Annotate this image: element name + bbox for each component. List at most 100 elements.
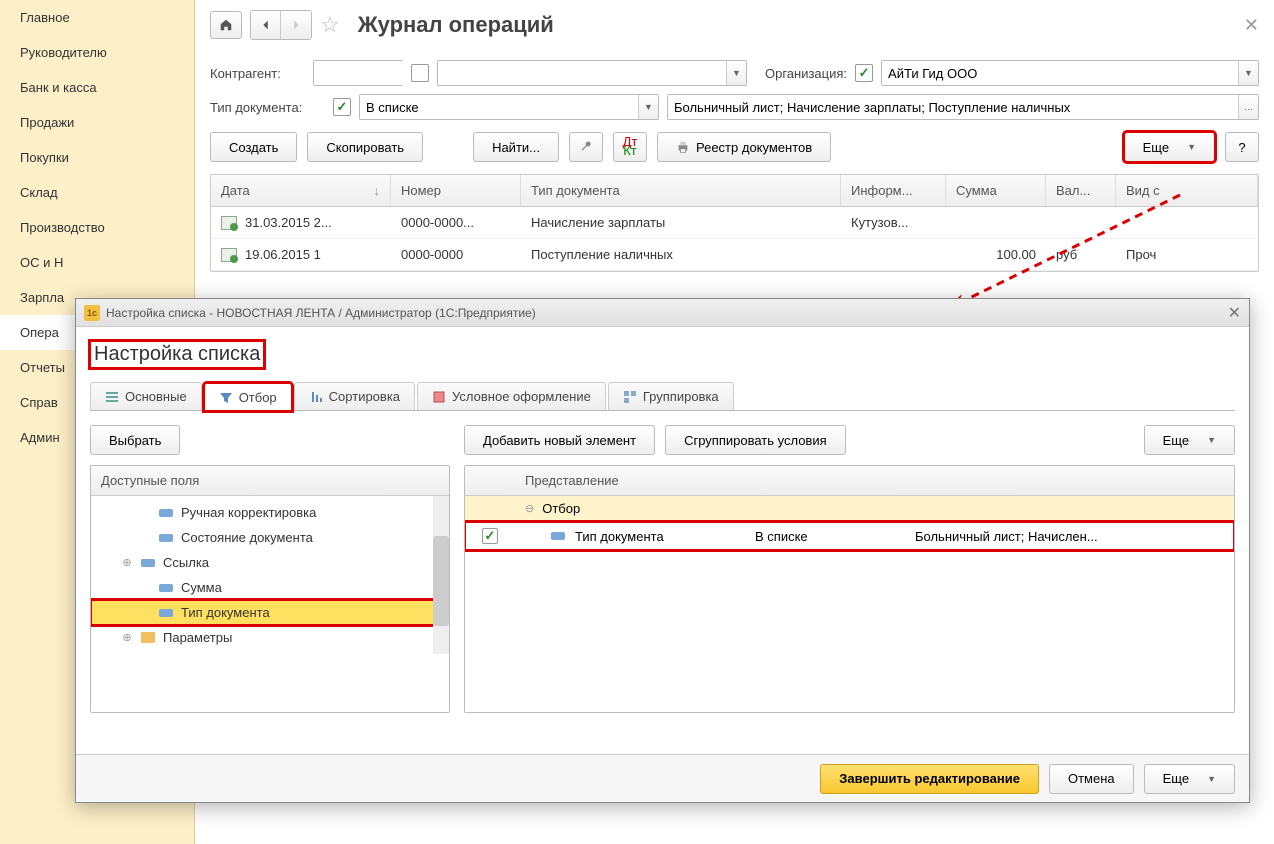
- page-title: Журнал операций: [358, 12, 554, 38]
- help-button[interactable]: ?: [1225, 132, 1259, 162]
- folder-icon: [141, 632, 155, 643]
- col-type[interactable]: Тип документа: [521, 175, 841, 206]
- tab-filter[interactable]: Отбор: [204, 383, 292, 411]
- dialog-titlebar[interactable]: 1c Настройка списка - НОВОСТНАЯ ЛЕНТА / …: [76, 299, 1249, 327]
- doctype-label: Тип документа:: [210, 100, 325, 115]
- expand-icon[interactable]: ⊕: [121, 556, 133, 569]
- add-element-button[interactable]: Добавить новый элемент: [464, 425, 655, 455]
- nav-back-forward: [250, 10, 312, 40]
- filter-header-repr: Представление: [515, 466, 1234, 495]
- group-icon: [623, 390, 637, 404]
- dialog-close-button[interactable]: ✕: [1228, 303, 1241, 323]
- col-number[interactable]: Номер: [391, 175, 521, 206]
- col-kind[interactable]: Вид с: [1116, 175, 1258, 206]
- col-date[interactable]: Дата↓: [211, 175, 391, 206]
- tree-item[interactable]: ⊕Ссылка: [91, 550, 449, 575]
- dropdown-icon[interactable]: ▼: [1238, 61, 1258, 85]
- wrench-icon: [579, 140, 593, 154]
- arrow-left-icon: [259, 18, 273, 32]
- tree-item[interactable]: ⊕Параметры: [91, 625, 449, 650]
- sidebar-item[interactable]: Руководителю: [0, 35, 194, 70]
- table-row[interactable]: 31.03.2015 2... 0000-0000... Начисление …: [211, 207, 1258, 239]
- forward-button[interactable]: [281, 11, 311, 39]
- tree-item[interactable]: Состояние документа: [91, 525, 449, 550]
- col-currency[interactable]: Вал...: [1046, 175, 1116, 206]
- sort-icon: [309, 390, 323, 404]
- chevron-down-icon: ▼: [1187, 142, 1196, 152]
- close-tab-button[interactable]: ✕: [1244, 15, 1259, 36]
- home-icon: [219, 18, 233, 32]
- dialog-heading: Настройка списка: [90, 341, 264, 368]
- filter-icon: [219, 391, 233, 405]
- sidebar-item[interactable]: Склад: [0, 175, 194, 210]
- dialog-footer: Завершить редактирование Отмена Еще ▼: [76, 754, 1249, 802]
- sidebar-item[interactable]: Главное: [0, 0, 194, 35]
- registry-button[interactable]: Реестр документов: [657, 132, 831, 162]
- tree-item[interactable]: Сумма: [91, 575, 449, 600]
- filter-root[interactable]: ⊖ Отбор: [465, 496, 1234, 522]
- group-conditions-button[interactable]: Сгруппировать условия: [665, 425, 846, 455]
- field-icon: [159, 509, 173, 517]
- table-row[interactable]: 19.06.2015 1 0000-0000 Поступление налич…: [211, 239, 1258, 271]
- create-button[interactable]: Создать: [210, 132, 297, 162]
- field-icon: [159, 609, 173, 617]
- finish-editing-button[interactable]: Завершить редактирование: [820, 764, 1039, 794]
- field-icon: [141, 559, 155, 567]
- list-settings-dialog: 1c Настройка списка - НОВОСТНАЯ ЛЕНТА / …: [75, 298, 1250, 803]
- counterparty-checkbox[interactable]: [411, 64, 429, 82]
- filter-row[interactable]: ✓ Тип документа В списке Больничный лист…: [465, 522, 1234, 550]
- chevron-down-icon: ▼: [1207, 774, 1216, 784]
- copy-button[interactable]: Скопировать: [307, 132, 423, 162]
- tab-conditional[interactable]: Условное оформление: [417, 382, 606, 410]
- sidebar-item[interactable]: ОС и Н: [0, 245, 194, 280]
- collapse-icon[interactable]: ⊖: [525, 502, 534, 515]
- doctype-condition-input[interactable]: [360, 95, 638, 119]
- more-button[interactable]: Еще ▼: [1144, 425, 1235, 455]
- tree-item-selected[interactable]: Тип документа: [91, 600, 449, 625]
- sidebar-item[interactable]: Производство: [0, 210, 194, 245]
- dialog-title: Настройка списка - НОВОСТНАЯ ЛЕНТА / Адм…: [106, 306, 536, 320]
- dtkt-button[interactable]: ДтКт: [613, 132, 647, 162]
- sidebar-item[interactable]: Банк и касса: [0, 70, 194, 105]
- favorite-icon[interactable]: ☆: [320, 12, 340, 38]
- available-fields-header: Доступные поля: [91, 466, 449, 496]
- scrollbar[interactable]: [433, 496, 449, 654]
- arrow-right-icon: [289, 18, 303, 32]
- back-button[interactable]: [251, 11, 281, 39]
- filter-checkbox[interactable]: ✓: [482, 528, 498, 544]
- footer-more-button[interactable]: Еще ▼: [1144, 764, 1235, 794]
- tab-group[interactable]: Группировка: [608, 382, 734, 410]
- choose-button[interactable]: Выбрать: [90, 425, 180, 455]
- org-input[interactable]: [882, 61, 1238, 85]
- find-button[interactable]: Найти...: [473, 132, 559, 162]
- list-icon: [105, 390, 119, 404]
- tab-sort[interactable]: Сортировка: [294, 382, 415, 410]
- filter-list: Представление ⊖ Отбор ✓ Тип документа В …: [464, 465, 1235, 713]
- app-icon: 1c: [84, 305, 100, 321]
- org-checkbox[interactable]: ✓: [855, 64, 873, 82]
- operations-grid: Дата↓ Номер Тип документа Информ... Сумм…: [210, 174, 1259, 272]
- counterparty-label: Контрагент:: [210, 66, 305, 81]
- palette-icon: [432, 390, 446, 404]
- sidebar-item[interactable]: Продажи: [0, 105, 194, 140]
- dropdown-icon[interactable]: ▼: [726, 61, 746, 85]
- col-sum[interactable]: Сумма: [946, 175, 1046, 206]
- doctype-checkbox[interactable]: ✓: [333, 98, 351, 116]
- field-icon: [159, 534, 173, 542]
- expand-icon[interactable]: ⊕: [121, 631, 133, 644]
- doctype-value-input[interactable]: [668, 95, 1238, 119]
- col-info[interactable]: Информ...: [841, 175, 946, 206]
- more-button[interactable]: Еще ▼: [1124, 132, 1215, 162]
- sidebar-item[interactable]: Покупки: [0, 140, 194, 175]
- more-icon[interactable]: …: [1238, 95, 1258, 119]
- tab-main[interactable]: Основные: [90, 382, 202, 410]
- home-button[interactable]: [210, 11, 242, 39]
- cancel-button[interactable]: Отмена: [1049, 764, 1134, 794]
- counterparty-value-input[interactable]: [438, 61, 726, 85]
- settings-button[interactable]: [569, 132, 603, 162]
- chevron-down-icon: ▼: [1207, 435, 1216, 445]
- dropdown-icon[interactable]: ▼: [638, 95, 658, 119]
- document-icon: [221, 248, 237, 262]
- field-icon: [159, 584, 173, 592]
- tree-item[interactable]: Ручная корректировка: [91, 500, 449, 525]
